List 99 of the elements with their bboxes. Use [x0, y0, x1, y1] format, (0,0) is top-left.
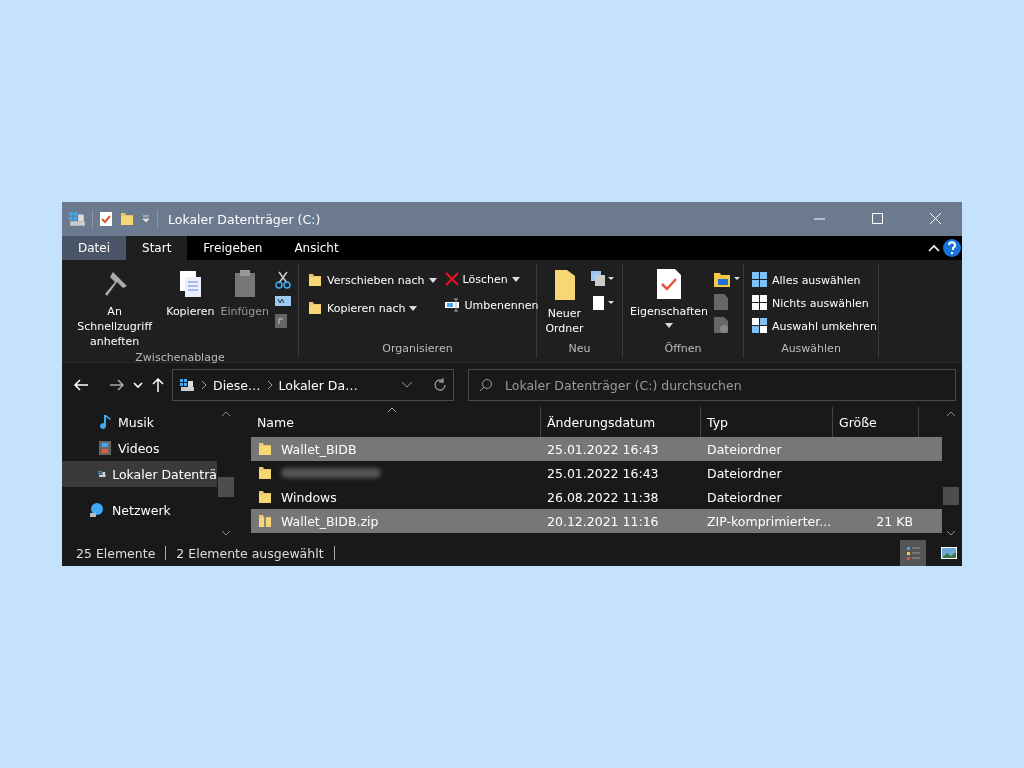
pin-button[interactable]: An Schnellzugriff anheften: [68, 266, 162, 351]
search-icon: [479, 378, 493, 392]
group-title: Zwischenablage: [135, 351, 225, 366]
zip-folder-icon: [257, 513, 273, 529]
folder-icon: [257, 441, 273, 457]
file-name: Wallet_BIDB: [281, 441, 357, 457]
select-option-button[interactable]: Nichts auswählen: [750, 293, 879, 313]
music-note-icon: [98, 414, 112, 430]
chevron-right-icon: [201, 380, 207, 390]
caret-icon: [428, 277, 437, 283]
help-icon[interactable]: [942, 236, 962, 260]
window-title: Lokaler Datenträger (C:): [168, 211, 322, 227]
maximize-icon: [872, 213, 884, 225]
properties-button[interactable]: Eigenschaften: [629, 266, 709, 330]
chevron-down-icon[interactable]: [401, 381, 413, 389]
item-count: 25 Elemente: [76, 545, 156, 561]
back-arrow-icon[interactable]: [72, 377, 90, 393]
details-list-icon: [906, 546, 920, 560]
nav-item[interactable]: Videos: [62, 435, 217, 461]
copy-to-button[interactable]: Kopieren nach: [305, 298, 439, 318]
selection-count: 2 Elemente ausgewählt: [176, 545, 324, 561]
group-title: Organisieren: [382, 342, 453, 357]
open-folder-icon[interactable]: [712, 270, 741, 288]
file-type: ZIP-komprimierter...: [707, 513, 832, 529]
scroll-down-icon[interactable]: [946, 530, 956, 536]
forward-arrow-icon[interactable]: [108, 377, 126, 393]
refresh-icon[interactable]: [433, 378, 447, 392]
scroll-down-icon[interactable]: [221, 530, 231, 536]
move-to-button[interactable]: Verschieben nach: [305, 270, 439, 290]
file-menu-tab[interactable]: Datei: [62, 236, 126, 260]
new-folder-icon: [119, 211, 135, 227]
caret-icon: [409, 305, 418, 311]
ribbon-tab[interactable]: Freigeben: [187, 236, 279, 260]
copy-path-icon[interactable]: [274, 294, 292, 308]
grid-icon: [752, 295, 768, 311]
globe-icon: [88, 502, 106, 518]
modified-date: 20.12.2021 11:16: [547, 513, 659, 529]
nav-item[interactable]: Netzwerk: [62, 497, 217, 523]
breadcrumb[interactable]: Lokaler Da…: [278, 377, 358, 393]
new-folder-button[interactable]: Neuer Ordner: [543, 266, 586, 338]
modified-date: 25.01.2022 16:43: [547, 465, 659, 481]
new-item-icon[interactable]: [590, 270, 616, 288]
file-size: 21 KB: [876, 513, 913, 529]
film-icon: [98, 440, 112, 456]
file-name: Windows: [281, 489, 337, 505]
file-type: Dateiordner: [707, 441, 782, 457]
x-icon: [444, 272, 459, 286]
breadcrumb[interactable]: Diese…: [213, 377, 261, 393]
copy-button[interactable]: Kopieren: [165, 266, 216, 321]
file-row[interactable]: 25.01.2022 16:43 Dateiordner: [251, 461, 942, 485]
scroll-up-icon[interactable]: [946, 411, 956, 417]
rename-icon: [444, 298, 461, 312]
caret-icon: [664, 323, 673, 328]
caret-icon: [511, 276, 520, 282]
file-type: Dateiordner: [707, 489, 782, 505]
address-bar[interactable]: Diese… Lokaler Da…: [172, 369, 454, 401]
modified-date: 25.01.2022 16:43: [547, 441, 659, 457]
details-view-button[interactable]: [900, 540, 926, 566]
file-row[interactable]: Windows 26.08.2022 11:38 Dateiordner: [251, 485, 942, 509]
ribbon-tab[interactable]: Ansicht: [278, 236, 355, 260]
landscape-thumbnail-icon: [941, 547, 957, 559]
dropdown-caret-icon[interactable]: [141, 214, 151, 224]
up-arrow-icon[interactable]: [150, 376, 166, 394]
grid-icon: [752, 318, 768, 334]
nav-item[interactable]: Musik: [62, 409, 217, 435]
file-type: Dateiordner: [707, 465, 782, 481]
folder-icon: [307, 300, 323, 316]
file-name: Wallet_BIDB.zip: [281, 513, 379, 529]
scrollbar-thumb[interactable]: [943, 487, 959, 505]
folder-icon: [307, 272, 323, 288]
scroll-up-icon[interactable]: [221, 411, 231, 417]
folder-icon: [257, 489, 273, 505]
nav-item[interactable]: Lokaler Datenträ: [62, 461, 217, 487]
file-row[interactable]: Wallet_BIDB 25.01.2022 16:43 Dateiordner: [251, 437, 942, 461]
select-option-button[interactable]: Auswahl umkehren: [750, 316, 879, 336]
rename-button[interactable]: Umbenennen: [442, 296, 541, 314]
search-input[interactable]: Lokaler Datenträger (C:) durchsuchen: [503, 376, 945, 394]
drive-icon: [179, 377, 195, 393]
delete-button[interactable]: Löschen: [442, 270, 541, 288]
grid-icon: [752, 272, 768, 288]
group-title: Neu: [568, 342, 591, 357]
modified-date: 26.08.2022 11:38: [547, 489, 659, 505]
folder-icon: [257, 465, 273, 481]
recent-locations-icon[interactable]: [132, 380, 144, 390]
properties-check-icon[interactable]: [99, 211, 113, 227]
group-title: Auswählen: [781, 342, 841, 357]
close-icon: [930, 213, 942, 225]
select-option-button[interactable]: Alles auswählen: [750, 270, 879, 290]
search-box[interactable]: Lokaler Datenträger (C:) durchsuchen: [468, 369, 956, 401]
drive-icon: [68, 210, 86, 228]
group-title: Öffnen: [664, 342, 702, 357]
ribbon-tab[interactable]: Start: [126, 236, 188, 260]
sort-ascending-icon: [387, 407, 397, 413]
chevron-right-icon: [266, 380, 273, 390]
scissors-icon[interactable]: [274, 270, 292, 290]
checked-document-icon: [655, 268, 682, 300]
scrollbar-thumb[interactable]: [218, 477, 234, 497]
file-row[interactable]: Wallet_BIDB.zip 20.12.2021 11:16 ZIP-komprimierter... 21 KB: [251, 509, 942, 533]
easy-access-icon[interactable]: [590, 294, 616, 312]
